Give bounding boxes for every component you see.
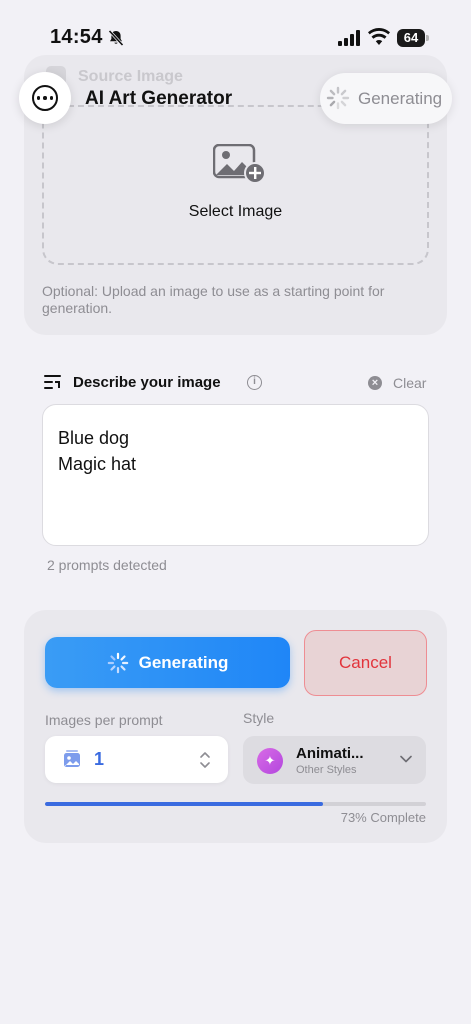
progress-fill bbox=[45, 802, 324, 806]
prompt-count: 2 prompts detected bbox=[47, 557, 167, 573]
generate-button[interactable]: Generating bbox=[45, 637, 290, 688]
cellular-signal-icon bbox=[338, 30, 360, 46]
chevron-down-icon bbox=[400, 755, 412, 763]
style-select[interactable]: ✦ Animati... Other Styles bbox=[243, 736, 426, 784]
spinner-icon bbox=[107, 652, 128, 673]
generating-status-pill: Generating bbox=[320, 73, 452, 124]
spinner-icon bbox=[326, 86, 350, 110]
clear-label: Clear bbox=[393, 375, 427, 391]
text-lines-icon bbox=[44, 375, 61, 389]
progress-bar bbox=[45, 802, 426, 806]
cancel-button-label: Cancel bbox=[339, 653, 392, 672]
cancel-button[interactable]: Cancel bbox=[304, 630, 427, 696]
style-label: Style bbox=[243, 710, 275, 726]
clear-x-icon: × bbox=[368, 376, 382, 390]
sparkle-icon: ✦ bbox=[257, 748, 283, 774]
add-photo-icon[interactable] bbox=[213, 144, 265, 184]
style-name: Animati... bbox=[296, 745, 364, 762]
image-dropzone[interactable] bbox=[42, 105, 429, 265]
images-per-prompt-value: 1 bbox=[94, 749, 105, 769]
bell-slash-icon bbox=[108, 29, 124, 47]
chevron-up-down-icon bbox=[200, 752, 210, 768]
images-per-prompt-label: Images per prompt bbox=[45, 712, 163, 728]
source-image-hint: Optional: Upload an image to use as a st… bbox=[42, 283, 385, 316]
images-per-prompt-stepper[interactable]: 1 bbox=[45, 736, 228, 783]
ellipsis-circle-icon bbox=[32, 85, 58, 111]
info-icon[interactable]: i bbox=[247, 375, 262, 390]
generating-status-label: Generating bbox=[358, 89, 443, 108]
more-menu-button[interactable] bbox=[19, 72, 71, 124]
page-title: AI Art Generator bbox=[85, 88, 233, 109]
generate-button-label: Generating bbox=[138, 652, 229, 672]
select-image-label[interactable]: Select Image bbox=[0, 203, 471, 221]
status-time: 14:54 bbox=[50, 26, 103, 48]
photo-stack-icon bbox=[64, 750, 80, 767]
battery-icon: 64 bbox=[397, 29, 429, 47]
describe-title: Describe your image bbox=[73, 374, 221, 391]
source-image-title: Source Image bbox=[78, 68, 183, 85]
battery-level: 64 bbox=[397, 29, 425, 47]
wifi-icon bbox=[368, 28, 390, 45]
style-category: Other Styles bbox=[296, 764, 357, 776]
progress-label: 73% Complete bbox=[340, 810, 426, 825]
prompt-textarea[interactable]: Blue dog Magic hat bbox=[42, 404, 429, 546]
clear-button[interactable]: × Clear bbox=[368, 374, 426, 392]
